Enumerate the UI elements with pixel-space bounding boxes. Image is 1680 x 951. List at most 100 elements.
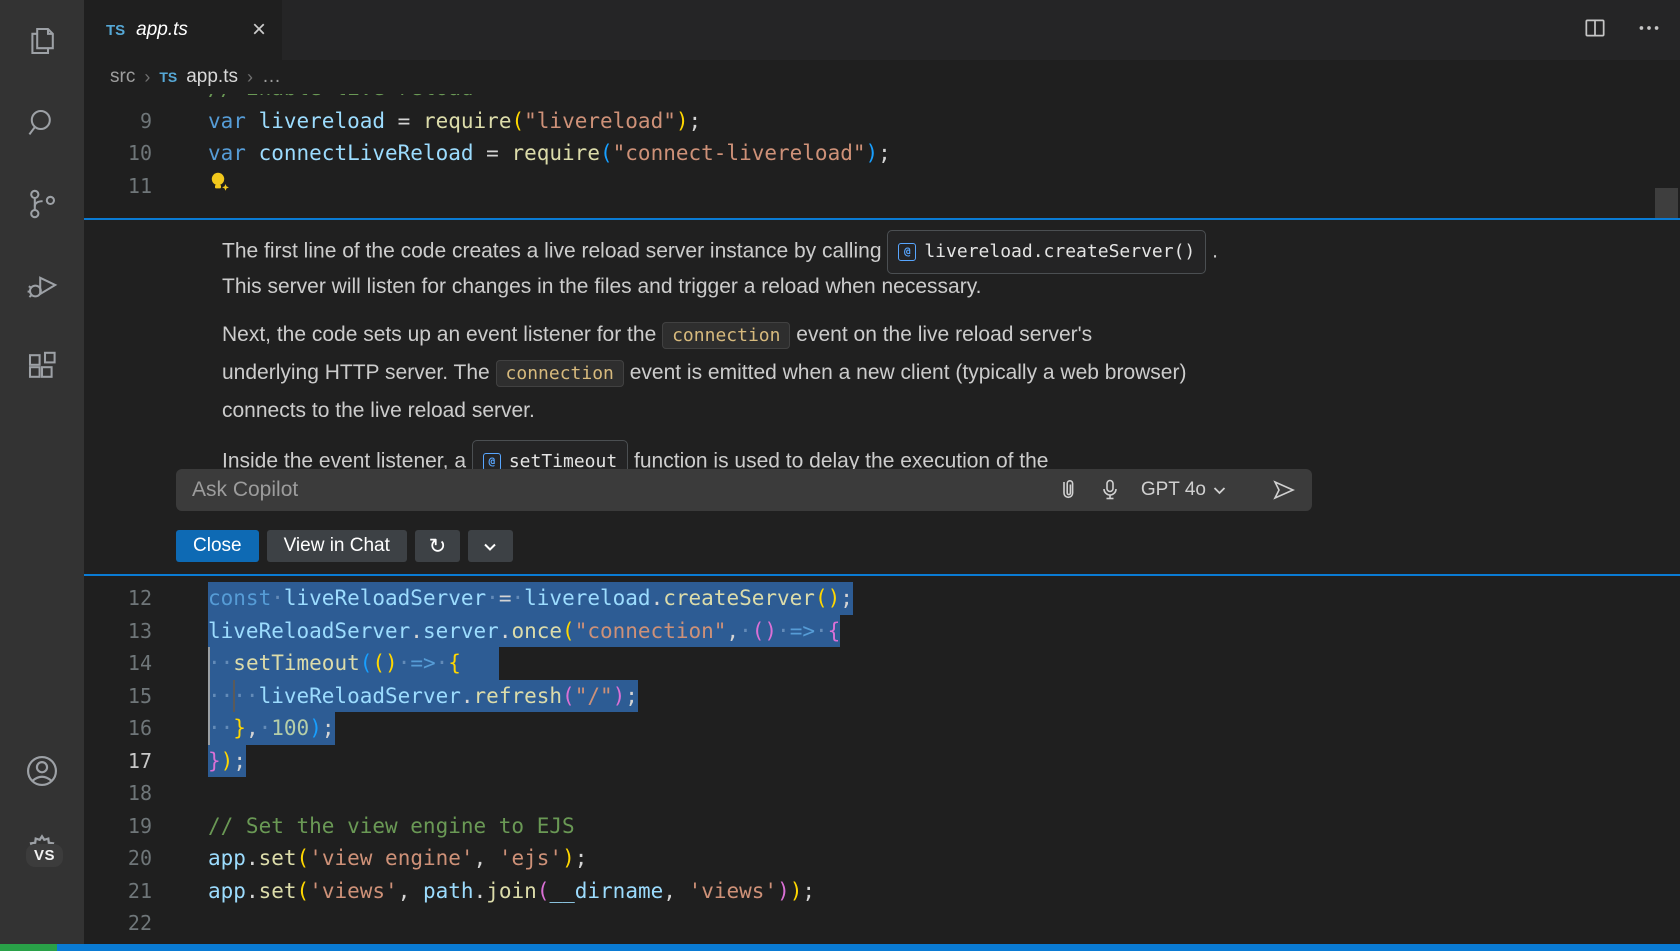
line-number[interactable]: 11 bbox=[84, 170, 152, 203]
microphone-icon[interactable] bbox=[1099, 478, 1121, 502]
view-in-chat-button[interactable]: View in Chat bbox=[267, 530, 407, 562]
code-line-21[interactable]: app.set('views', path.join(__dirname, 'v… bbox=[208, 875, 815, 908]
response-line: underlying HTTP server. The connection e… bbox=[222, 354, 1640, 392]
more-options-button[interactable] bbox=[468, 530, 513, 562]
close-tab-icon[interactable]: × bbox=[252, 18, 266, 42]
indent-guide bbox=[208, 647, 210, 745]
response-line: The first line of the code creates a liv… bbox=[222, 230, 1640, 268]
vscode-window: { "activity_bar": { "items": [ {"name": … bbox=[0, 0, 1680, 951]
attach-icon[interactable] bbox=[1057, 478, 1079, 502]
refresh-icon: ↻ bbox=[429, 534, 447, 559]
extensions-icon bbox=[24, 348, 60, 389]
breadcrumb-symbol[interactable]: … bbox=[262, 66, 281, 88]
selection-highlight: ····liveReloadServer.refresh("/"); bbox=[208, 680, 638, 713]
response-line: connects to the live reload server. bbox=[222, 392, 1640, 430]
response-line: This server will listen for changes in t… bbox=[222, 268, 1640, 306]
typescript-file-icon: TS bbox=[106, 22, 125, 39]
editor-group: TS app.ts × src › TS app.ts › … The firs… bbox=[84, 0, 1680, 944]
inline-chat-buttons: CloseView in Chat ↻ bbox=[176, 530, 513, 562]
line-number[interactable]: 14 bbox=[84, 647, 152, 680]
line-number[interactable]: 15 bbox=[84, 680, 152, 713]
chevron-right-icon: › bbox=[144, 67, 150, 88]
response-text: This server will listen for changes in t… bbox=[222, 275, 981, 298]
line-number[interactable]: 17 bbox=[84, 745, 152, 778]
remote-indicator[interactable] bbox=[0, 944, 57, 951]
response-text: The first line of the code creates a liv… bbox=[222, 240, 887, 263]
line-number[interactable]: 22 bbox=[84, 907, 152, 940]
selection-highlight: ··setTimeout(()·=>·{ bbox=[208, 647, 499, 680]
breadcrumb-folder[interactable]: src bbox=[110, 66, 135, 88]
line-number[interactable]: 18 bbox=[84, 777, 152, 810]
code-editor[interactable]: The first line of the code creates a liv… bbox=[84, 94, 1680, 944]
inline-code[interactable]: connection bbox=[496, 360, 624, 387]
send-icon[interactable] bbox=[1272, 479, 1296, 501]
code-line-16[interactable]: ··},·100); bbox=[208, 712, 335, 745]
code-line-14[interactable]: ··setTimeout(()·=>·{ bbox=[208, 647, 499, 680]
inline-chat-widget: The first line of the code creates a liv… bbox=[84, 218, 1680, 576]
selection-highlight: ··},·100); bbox=[208, 712, 335, 745]
more-actions-icon[interactable] bbox=[1636, 15, 1662, 46]
activity-bar-settings[interactable]: VS bbox=[0, 816, 84, 886]
search-icon bbox=[24, 105, 60, 146]
code-line-12[interactable]: const·liveReloadServer·=·livereload.crea… bbox=[208, 582, 853, 615]
profile-badge: VS bbox=[26, 844, 63, 867]
line-number[interactable]: 9 bbox=[84, 105, 152, 138]
tab-app-ts[interactable]: TS app.ts × bbox=[84, 0, 282, 60]
code-line-15[interactable]: ····liveReloadServer.refresh("/"); bbox=[208, 680, 638, 713]
activity-bar-run-and-debug[interactable] bbox=[0, 252, 84, 322]
line-number[interactable]: 20 bbox=[84, 842, 152, 875]
indent-guide bbox=[233, 680, 235, 713]
activity-bar-search[interactable] bbox=[0, 90, 84, 160]
response-text: Next, the code sets up an event listener… bbox=[222, 323, 662, 346]
chevron-right-icon: › bbox=[247, 67, 253, 88]
code-line-17[interactable]: }); bbox=[208, 745, 246, 778]
response-text: connects to the live reload server. bbox=[222, 399, 535, 422]
code-line-11[interactable] bbox=[208, 170, 232, 203]
response-text: event on the live reload server's bbox=[790, 323, 1092, 346]
line-number[interactable]: 12 bbox=[84, 582, 152, 615]
line-number[interactable]: 13 bbox=[84, 615, 152, 648]
line-number[interactable]: 19 bbox=[84, 810, 152, 843]
source-control-icon bbox=[24, 186, 60, 227]
response-text: . bbox=[1206, 240, 1218, 263]
chevron-down-icon bbox=[483, 534, 497, 558]
line-number[interactable]: 16 bbox=[84, 712, 152, 745]
tab-label: app.ts bbox=[136, 19, 188, 41]
activity-bar-extensions[interactable] bbox=[0, 333, 84, 403]
breadcrumb-file[interactable]: app.ts bbox=[186, 66, 238, 88]
response-line: Next, the code sets up an event listener… bbox=[222, 316, 1640, 354]
code-line-10[interactable]: var connectLiveReload = require("connect… bbox=[208, 137, 891, 170]
input-placeholder: Ask Copilot bbox=[192, 478, 1037, 502]
line-number[interactable]: 10 bbox=[84, 137, 152, 170]
model-picker[interactable]: GPT 4o bbox=[1141, 479, 1226, 501]
selection-highlight: const·liveReloadServer·=·livereload.crea… bbox=[208, 582, 853, 615]
breadcrumb: src › TS app.ts › … bbox=[84, 60, 1680, 94]
code-line-9[interactable]: var livereload = require("livereload"); bbox=[208, 105, 701, 138]
response-text: underlying HTTP server. The bbox=[222, 361, 496, 384]
status-bar bbox=[0, 944, 1680, 951]
files-icon bbox=[24, 23, 60, 64]
lightbulb-icon[interactable] bbox=[208, 177, 232, 201]
chevron-down-icon bbox=[1213, 486, 1226, 495]
copilot-input[interactable]: Ask Copilot GPT 4o bbox=[176, 469, 1312, 511]
code-line-13[interactable]: liveReloadServer.server.once("connection… bbox=[208, 615, 840, 648]
line-number[interactable]: 21 bbox=[84, 875, 152, 908]
code-line-8[interactable]: // Enable live reload bbox=[208, 94, 474, 105]
symbol-method-icon: @ bbox=[898, 243, 916, 261]
editor-actions bbox=[1582, 0, 1662, 60]
activity-bar-accounts[interactable] bbox=[0, 738, 84, 808]
code-line-20[interactable]: app.set('view engine', 'ejs'); bbox=[208, 842, 587, 875]
close-button[interactable]: Close bbox=[176, 530, 259, 562]
selection-highlight: }); bbox=[208, 745, 246, 778]
tab-bar: TS app.ts × bbox=[84, 0, 1680, 60]
activity-bar-explorer[interactable] bbox=[0, 8, 84, 78]
code-line-19[interactable]: // Set the view engine to EJS bbox=[208, 810, 575, 843]
selection-highlight: liveReloadServer.server.once("connection… bbox=[208, 615, 840, 648]
rerun-request-button[interactable]: ↻ bbox=[415, 530, 460, 562]
inline-code[interactable]: connection bbox=[662, 322, 790, 349]
split-editor-icon[interactable] bbox=[1582, 15, 1608, 46]
activity-bar-source-control[interactable] bbox=[0, 171, 84, 241]
typescript-file-icon: TS bbox=[159, 69, 177, 85]
debug-icon bbox=[24, 267, 60, 308]
response-text: event is emitted when a new client (typi… bbox=[624, 361, 1187, 384]
